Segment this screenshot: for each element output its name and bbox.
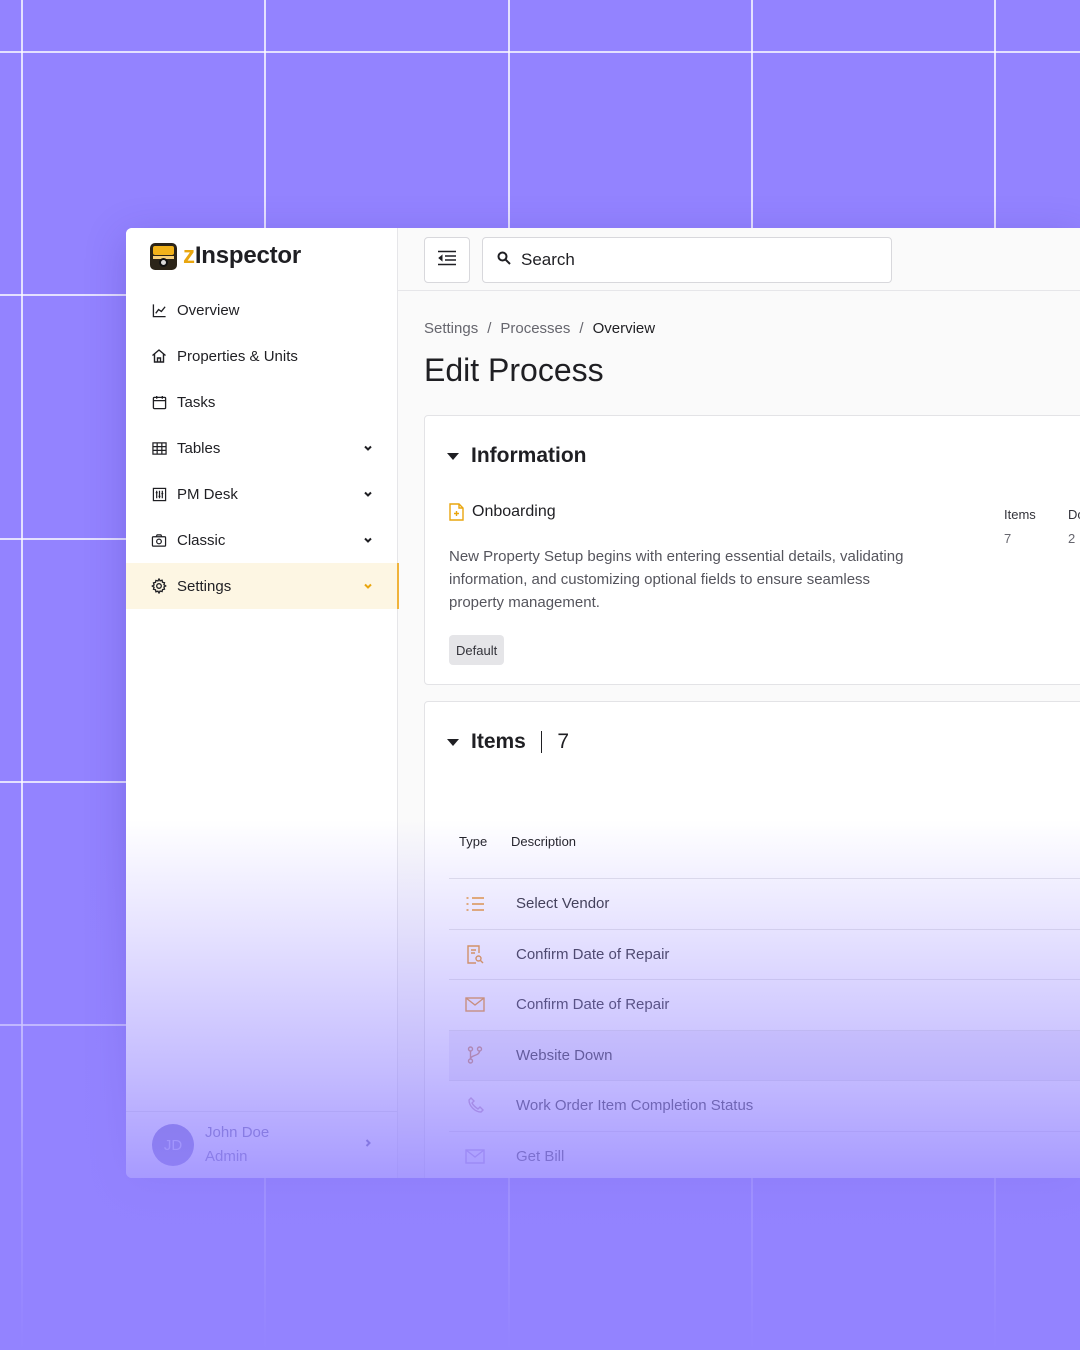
process-description: New Property Setup begins with entering … xyxy=(449,548,904,611)
table-row[interactable]: Get Bill xyxy=(449,1130,1080,1179)
app-window: zInspector Overview Properties & Units T… xyxy=(126,228,1080,1178)
breadcrumb: Settings / Processes / Overview xyxy=(424,320,656,337)
section-title: Items xyxy=(471,730,526,753)
items-table: Select Vendor Confirm Date of Repair Con… xyxy=(449,878,1080,1178)
topbar xyxy=(398,228,1080,291)
sidebar-item-overview[interactable]: Overview xyxy=(126,287,398,333)
section-title: Information xyxy=(471,444,587,467)
logo-text: zInspector xyxy=(183,242,302,269)
chevron-down-icon[interactable] xyxy=(362,534,374,546)
items-card: Items 7 Type Description Select Vendor C… xyxy=(424,701,1080,1178)
logo[interactable]: zInspector xyxy=(150,242,301,270)
phone-icon xyxy=(449,1097,501,1114)
mail-icon xyxy=(449,997,501,1012)
calendar-icon xyxy=(151,394,167,410)
user-info: John Doe Admin xyxy=(205,1121,362,1169)
caret-down-icon xyxy=(447,452,459,460)
table-row[interactable]: Website Down xyxy=(449,1029,1080,1080)
sidebar-item-classic[interactable]: Classic xyxy=(126,517,398,563)
items-count: 7 xyxy=(557,730,570,753)
items-section-toggle[interactable]: Items 7 xyxy=(447,730,569,754)
sidebar-item-pm-desk[interactable]: PM Desk xyxy=(126,471,398,517)
search-box[interactable] xyxy=(482,237,892,283)
information-card: Information Onboarding New Property Setu… xyxy=(424,415,1080,685)
chevron-down-icon[interactable] xyxy=(362,442,374,454)
chevron-right-icon[interactable] xyxy=(362,1136,374,1154)
breadcrumb-link-processes[interactable]: Processes xyxy=(500,320,570,337)
menu-indent-icon xyxy=(437,250,457,271)
branch-icon xyxy=(449,1046,501,1064)
home-icon xyxy=(151,348,167,364)
table-row[interactable]: Confirm Date of Repair xyxy=(449,979,1080,1030)
sidebar-item-properties[interactable]: Properties & Units xyxy=(126,333,398,379)
divider xyxy=(540,731,543,753)
document-search-icon xyxy=(449,945,501,964)
sidebar: zInspector Overview Properties & Units T… xyxy=(126,228,399,1178)
table-row[interactable]: Work Order Item Completion Status xyxy=(449,1080,1080,1131)
chevron-down-icon[interactable] xyxy=(362,488,374,500)
breadcrumb-link-settings[interactable]: Settings xyxy=(424,320,478,337)
information-section-toggle[interactable]: Information xyxy=(447,444,587,468)
page-title: Edit Process xyxy=(424,352,604,388)
table-icon xyxy=(151,440,167,456)
process-name: Onboarding xyxy=(449,503,556,521)
column-description[interactable]: Description xyxy=(511,834,576,849)
caret-down-icon xyxy=(447,738,459,746)
table-header: Type Description xyxy=(459,834,576,849)
sidebar-item-settings[interactable]: Settings xyxy=(126,563,399,609)
mail-icon xyxy=(449,1149,501,1164)
user-role: Admin xyxy=(205,1148,248,1165)
sidebar-item-tasks[interactable]: Tasks xyxy=(126,379,398,425)
search-input[interactable] xyxy=(521,250,861,270)
document-plus-icon xyxy=(449,503,464,521)
table-row[interactable]: Select Vendor xyxy=(449,878,1080,929)
breadcrumb-current: Overview xyxy=(592,320,656,337)
search-icon xyxy=(497,251,511,270)
user-menu[interactable]: JD John Doe Admin xyxy=(126,1111,398,1178)
chart-line-icon xyxy=(151,302,167,318)
sliders-icon xyxy=(151,486,167,502)
table-row[interactable]: Confirm Date of Repair xyxy=(449,928,1080,980)
sidebar-item-tables[interactable]: Tables xyxy=(126,425,398,471)
column-type[interactable]: Type xyxy=(459,834,511,849)
sidebar-nav: Overview Properties & Units Tasks Tables xyxy=(126,287,399,609)
gear-icon xyxy=(151,578,167,594)
logo-icon xyxy=(150,242,177,270)
stat-do: Do 2 xyxy=(1068,507,1080,546)
avatar: JD xyxy=(152,1124,194,1166)
chevron-down-icon[interactable] xyxy=(362,580,374,592)
list-icon xyxy=(449,896,501,912)
stat-items: Items 7 xyxy=(1004,507,1036,546)
user-name: John Doe xyxy=(205,1124,270,1141)
status-badge: Default xyxy=(449,635,505,665)
collapse-sidebar-button[interactable] xyxy=(424,237,470,283)
camera-icon xyxy=(151,532,167,548)
